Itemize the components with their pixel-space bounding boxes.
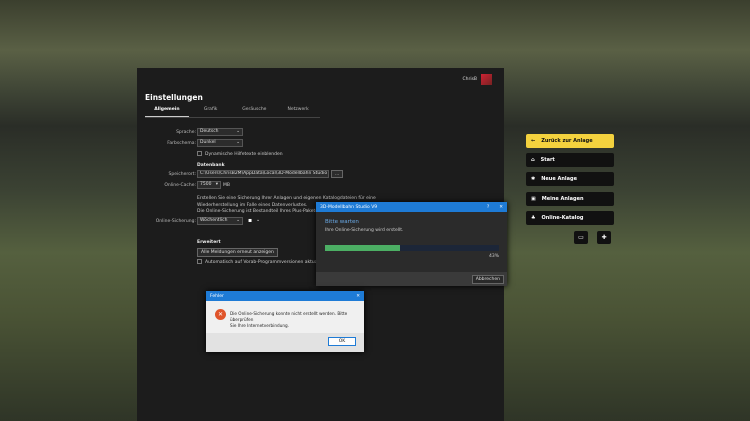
dialog-title: Fehler xyxy=(210,293,224,299)
chevron-down-icon: ⌄ xyxy=(236,140,240,145)
progress-dialog: 3D-Modellbahn Studio V9? ✕ Bitte warten I… xyxy=(316,202,507,286)
cache-unit: MB xyxy=(223,183,230,188)
tab-allgemein[interactable]: Allgemein xyxy=(145,107,189,117)
vorab-checkbox[interactable]: Automatisch auf Vorab-Programmversionen … xyxy=(197,259,334,265)
farbschema-label: Farbschema: xyxy=(167,141,196,146)
user-info[interactable]: ChrisB xyxy=(462,74,492,85)
catalog-icon: ♣ xyxy=(531,215,536,221)
tab-grafik[interactable]: Grafik xyxy=(189,107,233,117)
hilfetexte-label: Dynamische Hilfetexte einblenden xyxy=(205,152,283,157)
checkbox-icon xyxy=(197,259,202,264)
datenbank-heading: Datenbank xyxy=(197,163,225,168)
home-icon: ⌂ xyxy=(531,157,535,163)
cache-input[interactable]: 7500 ▾ xyxy=(197,181,221,189)
error-icon: ✕ xyxy=(215,309,226,320)
user-name: ChrisB xyxy=(462,77,477,82)
menu-label: Neue Anlage xyxy=(541,176,577,182)
sicherung-value: Wöchentlich xyxy=(200,218,228,223)
tab-geraeusche[interactable]: Geräusche xyxy=(233,107,277,117)
avatar xyxy=(481,74,492,85)
menu-neue-anlage[interactable]: ✱ Neue Anlage xyxy=(526,172,614,186)
meldungen-button[interactable]: Alle Meldungen erneut anzeigen xyxy=(197,248,278,257)
progress-percent: 43% xyxy=(488,254,499,259)
sicherung-label: Online-Sicherung: xyxy=(155,219,196,224)
help-icon[interactable]: ? xyxy=(487,205,489,210)
asterisk-icon: ✱ xyxy=(531,176,536,182)
erweitert-heading: Erweitert xyxy=(197,240,221,245)
hilfetexte-checkbox[interactable]: Dynamische Hilfetexte einblenden xyxy=(197,151,283,157)
sprache-select[interactable]: Deutsch ⌄ xyxy=(197,128,243,136)
sprache-label: Sprache: xyxy=(176,130,196,135)
menu-start[interactable]: ⌂ Start xyxy=(526,153,614,167)
sprache-value: Deutsch xyxy=(200,129,219,134)
menu-label: Online-Katalog xyxy=(541,215,584,221)
cache-label: Online-Cache: xyxy=(164,183,196,188)
progress-message: Ihre Online-Sicherung wird erstellt. xyxy=(325,228,404,233)
menu-label: Zurück zur Anlage xyxy=(541,138,593,144)
menu-zurueck[interactable]: ← Zurück zur Anlage xyxy=(526,134,614,148)
error-message: Die Online-Sicherung konnte nicht erstel… xyxy=(230,311,364,329)
speicherort-label: Speicherort: xyxy=(168,172,196,177)
cancel-button[interactable]: Abbrechen xyxy=(471,275,504,284)
speicherort-input[interactable]: C:\Users\ChrisB2M\AppData\Local\3D-Model… xyxy=(197,170,329,178)
spinner-icon: ▾ xyxy=(215,182,218,187)
chevron-down-icon: ⌄ xyxy=(236,129,240,134)
ok-button[interactable]: OK xyxy=(328,337,356,346)
checkbox-icon xyxy=(197,151,202,156)
chevron-down-icon[interactable]: ⌄ xyxy=(256,217,260,223)
tab-bar: Allgemein Grafik Geräusche Netzwerk xyxy=(145,107,320,118)
feedback-icon[interactable]: ▭ xyxy=(574,231,588,244)
sicherung-select[interactable]: Wöchentlich ⌄ xyxy=(197,217,243,225)
progress-fill xyxy=(325,245,400,251)
tab-netzwerk[interactable]: Netzwerk xyxy=(276,107,320,117)
dialog-title: 3D-Modellbahn Studio V9 xyxy=(320,204,378,210)
page-title: Einstellungen xyxy=(145,93,203,102)
progress-bar xyxy=(325,245,499,251)
close-icon[interactable]: ✕ xyxy=(356,294,360,299)
error-titlebar: Fehler ✕ xyxy=(206,291,364,301)
progress-heading: Bitte warten xyxy=(325,219,359,225)
vorab-label: Automatisch auf Vorab-Programmversionen … xyxy=(205,260,334,265)
train-icon: ▣ xyxy=(531,196,536,202)
error-line: Die Online-Sicherung konnte nicht erstel… xyxy=(230,311,348,322)
chevron-down-icon: ⌄ xyxy=(236,218,240,223)
menu-label: Start xyxy=(540,157,555,163)
close-icon[interactable]: ✕ xyxy=(499,205,503,210)
cache-value: 7500 xyxy=(200,182,212,187)
menu-meine-anlagen[interactable]: ▣ Meine Anlagen xyxy=(526,192,614,206)
menu-label: Meine Anlagen xyxy=(541,196,584,202)
progress-titlebar: 3D-Modellbahn Studio V9? ✕ xyxy=(316,202,507,212)
error-line: Sie Ihre Internetverbindung. xyxy=(230,323,289,328)
farbschema-select[interactable]: Dunkel ⌄ xyxy=(197,139,243,147)
save-icon[interactable]: ▪ xyxy=(248,217,252,224)
arrow-left-icon: ← xyxy=(531,138,536,144)
settings-icon[interactable]: ✚ xyxy=(597,231,611,244)
error-dialog: Fehler ✕ ✕ Die Online-Sicherung konnte ni… xyxy=(206,291,364,352)
menu-online-katalog[interactable]: ♣ Online-Katalog xyxy=(526,211,614,225)
farbschema-value: Dunkel xyxy=(200,140,216,145)
browse-button[interactable]: ... xyxy=(331,170,344,178)
